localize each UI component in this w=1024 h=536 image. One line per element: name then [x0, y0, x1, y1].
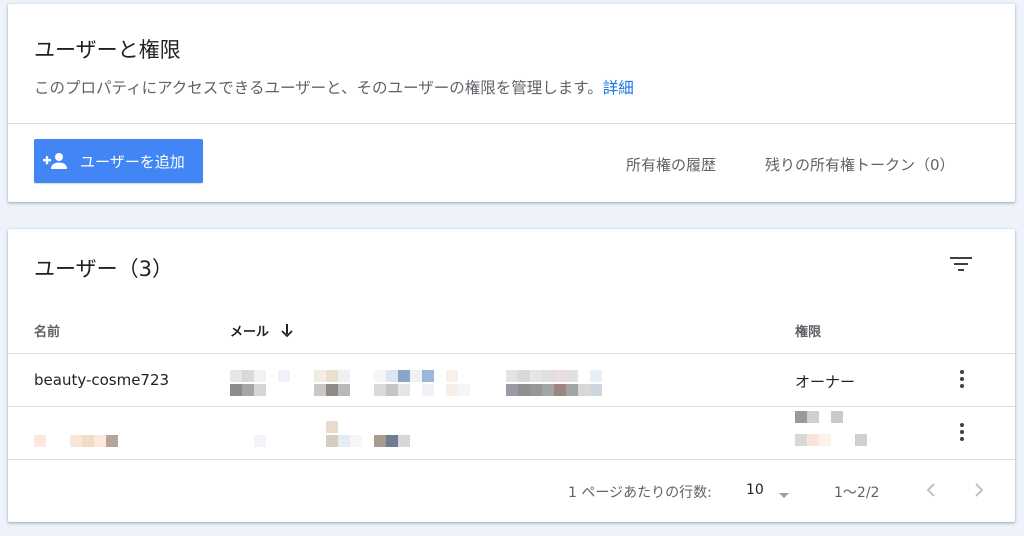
more-vert-icon[interactable]	[952, 420, 972, 444]
page-title: ユーザーと権限	[34, 38, 181, 62]
arrow-down-icon	[281, 324, 293, 337]
column-header-email[interactable]: メール	[230, 321, 293, 340]
redacted-email	[230, 421, 338, 433]
user-name: beauty-cosme723	[34, 371, 170, 389]
rows-per-page-label: 1 ページあたりの行数:	[568, 485, 712, 501]
users-card: ユーザー（3） 名前 メール 権限 beauty-cosme723 オーナー 1…	[8, 229, 1015, 522]
redacted-role	[795, 411, 843, 423]
ownership-history-link[interactable]: 所有権の履歴	[626, 154, 716, 175]
redacted-name	[34, 435, 118, 447]
access-card: ユーザーと権限 このプロパティにアクセスできるユーザーと、そのユーザーの権限を管…	[8, 4, 1015, 202]
user-role: オーナー	[795, 373, 856, 391]
redacted-email	[230, 435, 410, 447]
add-person-icon	[42, 152, 70, 170]
column-header-role[interactable]: 権限	[795, 321, 821, 340]
column-header-name[interactable]: 名前	[34, 321, 60, 340]
divider	[8, 353, 1015, 354]
redacted-email	[230, 384, 602, 396]
filter-icon[interactable]	[948, 253, 974, 275]
rows-per-page-select[interactable]: 10	[746, 482, 764, 498]
users-title: ユーザー（3）	[34, 257, 173, 281]
description-text: このプロパティにアクセスできるユーザーと、そのユーザーの権限を管理します。	[34, 79, 603, 97]
pagination-range: 1〜2/2	[834, 485, 880, 501]
add-user-button[interactable]: ユーザーを追加	[34, 139, 203, 183]
divider	[8, 123, 1015, 124]
details-link[interactable]: 詳細	[603, 79, 634, 97]
divider	[8, 459, 1015, 460]
redacted-role	[795, 434, 867, 446]
column-header-email-label: メール	[230, 325, 270, 340]
ownership-tokens-link[interactable]: 残りの所有権トークン（0）	[765, 154, 955, 175]
more-vert-icon[interactable]	[952, 367, 972, 391]
divider	[8, 406, 1015, 407]
page-description: このプロパティにアクセスできるユーザーと、そのユーザーの権限を管理します。詳細	[34, 76, 634, 98]
chevron-right-icon[interactable]	[968, 479, 990, 501]
chevron-left-icon[interactable]	[920, 479, 942, 501]
add-user-label: ユーザーを追加	[80, 152, 185, 171]
dropdown-caret-icon[interactable]	[778, 485, 790, 504]
redacted-email	[230, 370, 602, 382]
